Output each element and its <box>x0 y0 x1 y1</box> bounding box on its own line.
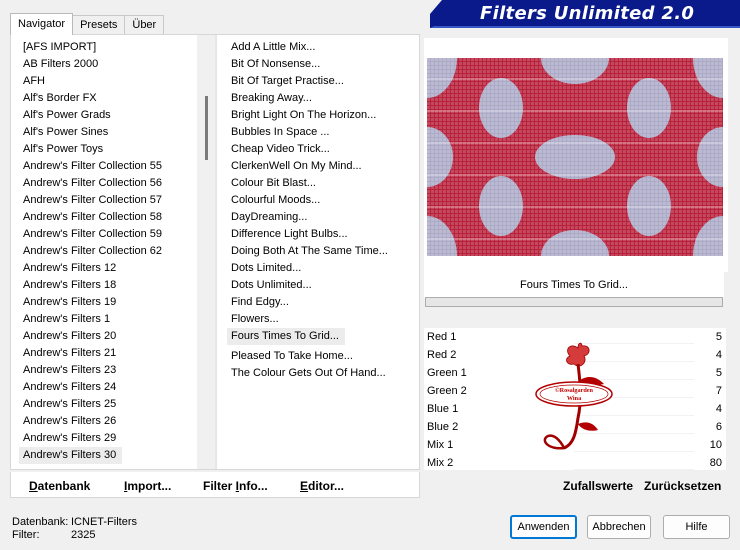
help-button[interactable]: Hilfe <box>663 515 730 539</box>
filter-preview-image <box>427 58 723 256</box>
tab-presets[interactable]: Presets <box>72 15 126 35</box>
param-label: Red 2 <box>427 349 457 361</box>
cancel-button[interactable]: Abbrechen <box>587 515 651 539</box>
param-value: 80 <box>709 457 722 469</box>
param-value: 10 <box>709 439 722 451</box>
filter-count-value: 2325 <box>71 529 96 541</box>
datenbank-button[interactable]: Datenbank <box>29 479 90 493</box>
scrollbar-thumb[interactable] <box>205 96 208 160</box>
filter-info-button[interactable]: Filter Info... <box>203 479 268 493</box>
filter-list-item[interactable]: Breaking Away... <box>227 90 419 107</box>
filter-list-item[interactable]: DayDreaming... <box>227 209 419 226</box>
category-list-item[interactable]: Alf's Border FX <box>19 90 205 107</box>
param-value: 4 <box>715 349 722 361</box>
filter-list-item[interactable]: Colourful Moods... <box>227 192 419 209</box>
slider-marker-icon <box>514 462 528 470</box>
category-list-item[interactable]: Andrew's Filters 18 <box>19 277 205 294</box>
param-label: Green 2 <box>427 385 467 397</box>
preview-caption: Fours Times To Grid... <box>424 272 724 298</box>
category-list-item[interactable]: Andrew's Filter Collection 59 <box>19 226 205 243</box>
category-list-item[interactable]: AFH <box>19 73 205 90</box>
category-list-item[interactable]: Andrew's Filters 19 <box>19 294 205 311</box>
category-list-item[interactable]: Andrew's Filters 1 <box>19 311 205 328</box>
category-scrollbar[interactable] <box>197 35 215 469</box>
category-list-item[interactable]: Andrew's Filters 31 <box>19 467 205 469</box>
filter-list-item[interactable]: Bright Light On The Horizon... <box>227 107 419 124</box>
filter-list-item[interactable]: Dots Unlimited... <box>227 277 419 294</box>
zuruecksetzen-button[interactable]: Zurücksetzen <box>644 479 721 493</box>
filter-list-item[interactable]: Bit Of Target Practise... <box>227 73 419 90</box>
apply-button[interactable]: Anwenden <box>510 515 577 539</box>
category-list-item[interactable]: Andrew's Filter Collection 56 <box>19 175 205 192</box>
category-list-item[interactable]: Alf's Power Grads <box>19 107 205 124</box>
category-list-item[interactable]: Andrew's Filters 23 <box>19 362 205 379</box>
filter-list-item[interactable]: Bubbles In Space ... <box>227 124 419 141</box>
filter-list-item[interactable]: Difference Light Bulbs... <box>227 226 419 243</box>
param-value: 4 <box>715 403 722 415</box>
param-label: Mix 2 <box>427 457 454 469</box>
watermark-logo: ©Rosalgarden Wina <box>535 342 613 450</box>
param-label: Mix 1 <box>427 439 454 451</box>
category-list-item[interactable]: Alf's Power Sines <box>19 124 205 141</box>
param-value: 5 <box>715 367 722 379</box>
database-value: ICNET-Filters <box>71 516 137 528</box>
category-list-item[interactable]: Andrew's Filters 30 <box>19 447 123 464</box>
param-value: 7 <box>715 385 722 397</box>
filter-list-item[interactable]: Pleased To Take Home... <box>227 348 419 365</box>
app-title: Filters Unlimited 2.0 <box>480 3 695 24</box>
param-label: Red 1 <box>427 331 457 343</box>
filter-list-item[interactable]: Doing Both At The Same Time... <box>227 243 419 260</box>
filter-count-info: Filter: 2325 <box>12 529 95 541</box>
navigator-panel: [AFS IMPORT] AB Filters 2000 AFH Alf's Bord… <box>10 34 420 470</box>
editor-button[interactable]: Editor... <box>300 479 344 493</box>
watermark-line-2: Wina <box>567 395 581 402</box>
filter-list-item[interactable]: Find Edgy... <box>227 294 419 311</box>
param-value: 6 <box>715 421 722 433</box>
database-label: Datenbank: <box>12 516 69 528</box>
filter-list-item[interactable]: The Colour Gets Out Of Hand... <box>227 365 419 382</box>
list-divider <box>215 35 217 469</box>
filter-list-item[interactable]: Fours Times To Grid... <box>227 328 345 345</box>
tab-bar: Navigator Presets Über <box>10 13 165 35</box>
param-slider-track[interactable] <box>574 469 694 470</box>
filter-list-item[interactable]: Add A Little Mix... <box>227 39 419 56</box>
filter-list-item[interactable]: Cheap Video Trick... <box>227 141 419 158</box>
filter-list-item[interactable]: Dots Limited... <box>227 260 419 277</box>
category-list-item[interactable]: Andrew's Filter Collection 62 <box>19 243 205 260</box>
category-list-item[interactable]: Andrew's Filters 29 <box>19 430 205 447</box>
tab-uber[interactable]: Über <box>124 15 165 35</box>
progress-bar <box>425 297 723 307</box>
category-list-item[interactable]: AB Filters 2000 <box>19 56 205 73</box>
category-list-item[interactable]: Andrew's Filters 24 <box>19 379 205 396</box>
filter-list-item[interactable]: Flowers... <box>227 311 419 328</box>
category-list-item[interactable]: [AFS IMPORT] <box>19 39 205 56</box>
param-label: Blue 2 <box>427 421 459 433</box>
filter-list-item[interactable]: Colour Bit Blast... <box>227 175 419 192</box>
category-list-item[interactable]: Andrew's Filters 25 <box>19 396 205 413</box>
category-list-item[interactable]: Andrew's Filter Collection 55 <box>19 158 205 175</box>
filter-list-item[interactable]: ClerkenWell On My Mind... <box>227 158 419 175</box>
filter-list-item[interactable]: Bit Of Nonsense... <box>227 56 419 73</box>
watermark-line-1: ©Rosalgarden <box>555 387 594 394</box>
category-list-item[interactable]: Andrew's Filters 12 <box>19 260 205 277</box>
filter-count-label: Filter: <box>12 529 40 541</box>
category-list-item[interactable]: Alf's Power Toys <box>19 141 205 158</box>
database-info: Datenbank: ICNET-Filters <box>12 516 137 528</box>
import-button[interactable]: Import... <box>124 479 171 493</box>
param-value: 5 <box>715 331 722 343</box>
category-list-item[interactable]: Andrew's Filter Collection 57 <box>19 192 205 209</box>
category-list-item[interactable]: Andrew's Filter Collection 58 <box>19 209 205 226</box>
category-list-item[interactable]: Andrew's Filters 20 <box>19 328 205 345</box>
param-label: Green 1 <box>427 367 467 379</box>
category-list-item[interactable]: Andrew's Filters 21 <box>19 345 205 362</box>
filter-list[interactable]: Add A Little Mix... Bit Of Nonsense... Bit… <box>227 39 419 382</box>
param-label: Blue 1 <box>427 403 459 415</box>
category-list[interactable]: [AFS IMPORT] AB Filters 2000 AFH Alf's Bord… <box>19 39 205 469</box>
tab-navigator[interactable]: Navigator <box>10 13 74 35</box>
category-list-item[interactable]: Andrew's Filters 26 <box>19 413 205 430</box>
zufallswerte-button[interactable]: Zufallswerte <box>563 479 633 493</box>
